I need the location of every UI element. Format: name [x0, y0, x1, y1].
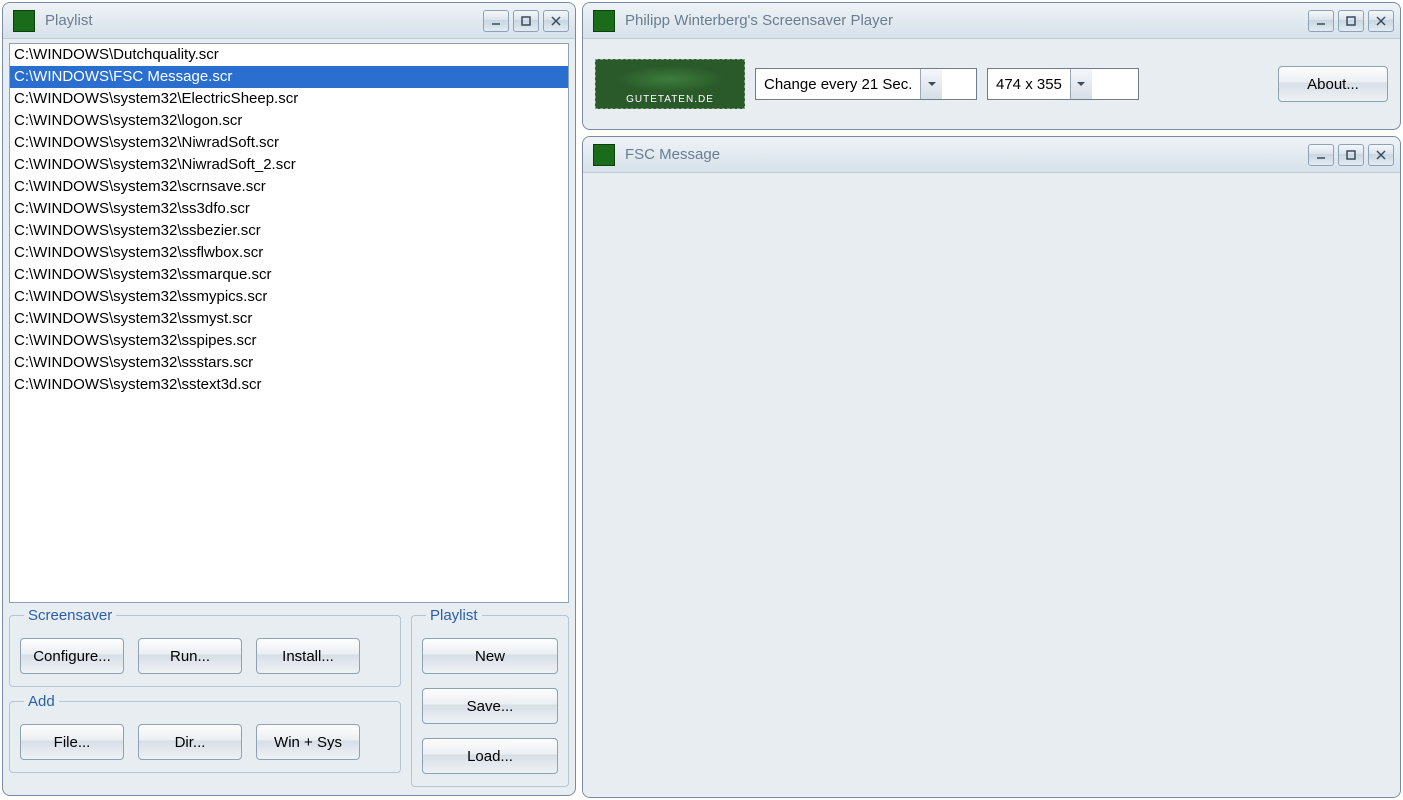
- list-item[interactable]: C:\WINDOWS\system32\ssbezier.scr: [10, 220, 568, 242]
- groups-row: Screensaver Configure... Run... Install.…: [9, 607, 569, 787]
- list-item[interactable]: C:\WINDOWS\FSC Message.scr: [10, 66, 568, 88]
- chevron-down-icon: [1070, 69, 1092, 99]
- playlist-save-button[interactable]: Save...: [422, 688, 558, 724]
- window-controls: [483, 10, 569, 32]
- app-icon: [13, 10, 35, 32]
- change-interval-dropdown[interactable]: Change every 21 Sec.: [755, 68, 977, 100]
- preview-title: FSC Message: [625, 146, 1298, 163]
- add-winsys-button[interactable]: Win + Sys: [256, 724, 360, 760]
- screensaver-group: Screensaver Configure... Run... Install.…: [9, 607, 401, 687]
- resolution-dropdown[interactable]: 474 x 355: [987, 68, 1139, 100]
- minimize-button[interactable]: [1308, 144, 1334, 166]
- player-titlebar[interactable]: Philipp Winterberg's Screensaver Player: [583, 3, 1400, 39]
- playlist-body: C:\WINDOWS\Dutchquality.scrC:\WINDOWS\FS…: [3, 39, 575, 795]
- screensaver-legend: Screensaver: [24, 607, 116, 624]
- close-button[interactable]: [1368, 144, 1394, 166]
- resolution-value: 474 x 355: [988, 69, 1070, 99]
- add-group: Add File... Dir... Win + Sys: [9, 693, 401, 773]
- player-window: Philipp Winterberg's Screensaver Player …: [582, 2, 1401, 130]
- player-title: Philipp Winterberg's Screensaver Player: [625, 12, 1298, 29]
- app-icon: [593, 144, 615, 166]
- list-item[interactable]: C:\WINDOWS\system32\NiwradSoft_2.scr: [10, 154, 568, 176]
- playlist-group: Playlist New Save... Load...: [411, 607, 569, 787]
- minimize-button[interactable]: [1308, 10, 1334, 32]
- list-item[interactable]: C:\WINDOWS\system32\ssmypics.scr: [10, 286, 568, 308]
- change-interval-value: Change every 21 Sec.: [756, 69, 920, 99]
- playlist-new-button[interactable]: New: [422, 638, 558, 674]
- list-item[interactable]: C:\WINDOWS\system32\NiwradSoft.scr: [10, 132, 568, 154]
- chevron-down-icon: [920, 69, 942, 99]
- preview-body: [583, 173, 1400, 797]
- playlist-window: Playlist C:\WINDOWS\Dutchquality.scrC:\W…: [2, 2, 576, 796]
- logo-image: GUTETATEN.DE: [595, 59, 745, 109]
- playlist-titlebar[interactable]: Playlist: [3, 3, 575, 39]
- list-item[interactable]: C:\WINDOWS\system32\scrnsave.scr: [10, 176, 568, 198]
- list-item[interactable]: C:\WINDOWS\Dutchquality.scr: [10, 44, 568, 66]
- maximize-button[interactable]: [1338, 144, 1364, 166]
- list-item[interactable]: C:\WINDOWS\system32\ssmarque.scr: [10, 264, 568, 286]
- run-button[interactable]: Run...: [138, 638, 242, 674]
- add-legend: Add: [24, 693, 59, 710]
- maximize-button[interactable]: [1338, 10, 1364, 32]
- list-item[interactable]: C:\WINDOWS\system32\ss3dfo.scr: [10, 198, 568, 220]
- close-button[interactable]: [543, 10, 569, 32]
- maximize-button[interactable]: [513, 10, 539, 32]
- groups-right-col: Playlist New Save... Load...: [411, 607, 569, 787]
- app-icon: [593, 10, 615, 32]
- list-item[interactable]: C:\WINDOWS\system32\logon.scr: [10, 110, 568, 132]
- window-controls: [1308, 144, 1394, 166]
- close-button[interactable]: [1368, 10, 1394, 32]
- player-body: GUTETATEN.DE Change every 21 Sec. 474 x …: [583, 39, 1400, 129]
- window-controls: [1308, 10, 1394, 32]
- groups-left-col: Screensaver Configure... Run... Install.…: [9, 607, 401, 787]
- about-button[interactable]: About...: [1278, 66, 1388, 102]
- list-item[interactable]: C:\WINDOWS\system32\sstext3d.scr: [10, 374, 568, 396]
- add-file-button[interactable]: File...: [20, 724, 124, 760]
- configure-button[interactable]: Configure...: [20, 638, 124, 674]
- playlist-load-button[interactable]: Load...: [422, 738, 558, 774]
- list-item[interactable]: C:\WINDOWS\system32\ssstars.scr: [10, 352, 568, 374]
- list-item[interactable]: C:\WINDOWS\system32\sspipes.scr: [10, 330, 568, 352]
- minimize-button[interactable]: [483, 10, 509, 32]
- preview-window: FSC Message: [582, 136, 1401, 798]
- list-item[interactable]: C:\WINDOWS\system32\ssflwbox.scr: [10, 242, 568, 264]
- add-dir-button[interactable]: Dir...: [138, 724, 242, 760]
- playlist-title: Playlist: [45, 12, 473, 29]
- playlist-listbox[interactable]: C:\WINDOWS\Dutchquality.scrC:\WINDOWS\FS…: [9, 43, 569, 603]
- list-item[interactable]: C:\WINDOWS\system32\ssmyst.scr: [10, 308, 568, 330]
- install-button[interactable]: Install...: [256, 638, 360, 674]
- preview-titlebar[interactable]: FSC Message: [583, 137, 1400, 173]
- list-item[interactable]: C:\WINDOWS\system32\ElectricSheep.scr: [10, 88, 568, 110]
- playlist-legend: Playlist: [426, 607, 482, 624]
